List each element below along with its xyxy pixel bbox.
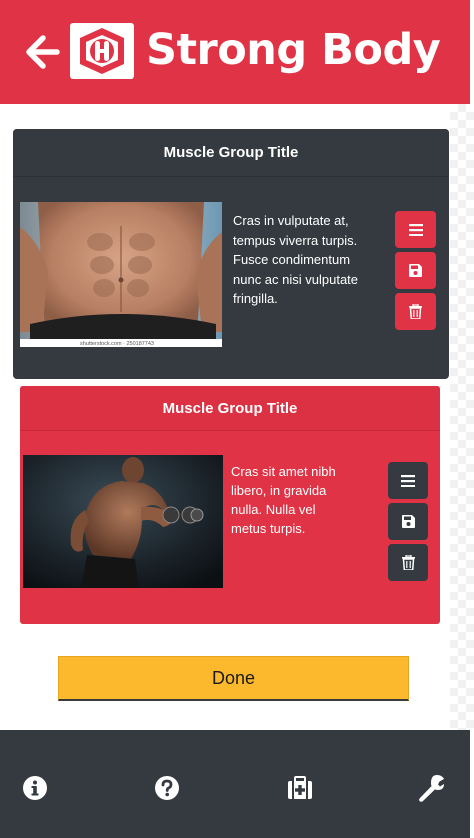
menu-button[interactable] — [395, 211, 436, 248]
settings-button[interactable] — [418, 773, 446, 803]
card-actions — [395, 211, 436, 334]
menu-button[interactable] — [388, 462, 428, 499]
strong-body-logo — [80, 28, 124, 74]
save-button[interactable] — [388, 503, 428, 540]
delete-button[interactable] — [388, 544, 428, 581]
back-button[interactable] — [20, 30, 64, 74]
trash-icon — [401, 555, 415, 570]
save-button[interactable] — [395, 252, 436, 289]
card-title: Muscle Group Title — [162, 399, 298, 417]
card-description: Cras sit amet nibh libero, in gravida nu… — [231, 464, 336, 536]
bodybuilder-photo — [23, 455, 223, 588]
app-header: Strong Body — [0, 0, 470, 104]
save-icon — [409, 264, 422, 277]
first-aid-button[interactable] — [286, 773, 314, 803]
image-watermark: shutterstock.com · 250187743 — [80, 341, 154, 347]
card-actions — [388, 462, 428, 585]
info-button[interactable] — [21, 773, 49, 803]
card-header: Muscle Group Title — [20, 386, 440, 431]
card-description: Cras in vulputate at, tempus viverra tur… — [233, 213, 359, 306]
help-icon — [155, 776, 179, 800]
wrench-icon — [419, 775, 444, 802]
save-icon — [401, 515, 415, 528]
card-title: Muscle Group Title — [163, 144, 299, 161]
help-button[interactable] — [153, 773, 181, 803]
menu-icon — [401, 474, 415, 487]
background-pattern — [450, 104, 474, 734]
back-arrow-icon — [26, 35, 60, 69]
card-header: Muscle Group Title — [13, 129, 449, 177]
bottom-nav — [0, 730, 470, 838]
muscle-group-card: Muscle Group Title — [20, 386, 440, 624]
logo — [70, 23, 134, 79]
abs-photo: shutterstock.com · 250187743 — [20, 202, 222, 347]
muscle-group-card: Muscle Group Title — [13, 129, 449, 379]
first-aid-icon — [288, 776, 312, 799]
app-brand-title: Strong Body — [146, 25, 441, 75]
delete-button[interactable] — [395, 293, 436, 330]
done-button[interactable]: Done — [58, 656, 409, 701]
info-icon — [23, 776, 47, 800]
menu-icon — [408, 223, 423, 236]
trash-icon — [409, 304, 422, 319]
